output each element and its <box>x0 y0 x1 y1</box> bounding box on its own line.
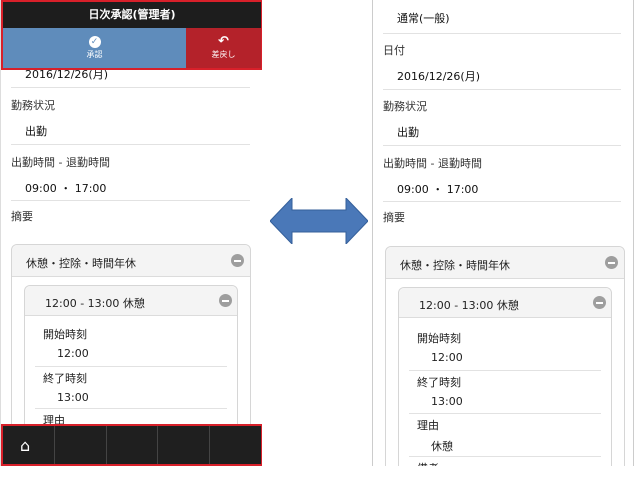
start-time-label: 開始時刻 <box>43 328 87 341</box>
toolbar-home-button[interactable]: ⌂ <box>3 426 55 464</box>
break-deduction-section: 休憩・控除・時間年休 12:00 - 13:00 休憩 開始時刻 12:00 終… <box>385 246 625 466</box>
break-section-title: 休憩・控除・時間年休 <box>26 257 136 270</box>
break-entry-header[interactable]: 12:00 - 13:00 休憩 <box>25 286 237 316</box>
send-back-button[interactable]: ↶ 差戻し <box>186 28 261 68</box>
divider <box>35 408 227 409</box>
divider <box>383 33 621 34</box>
time-value: 09:00 ・ 17:00 <box>25 182 107 195</box>
break-entry-title: 12:00 - 13:00 休憩 <box>419 299 519 312</box>
time-value: 09:00 ・ 17:00 <box>397 183 479 196</box>
note-label: 備考 <box>417 460 439 466</box>
start-time-label: 開始時刻 <box>417 332 461 345</box>
time-label: 出勤時間 - 退勤時間 <box>383 157 482 170</box>
date-label: 日付 <box>383 44 405 57</box>
toolbar-button[interactable] <box>158 426 211 464</box>
footer-toolbar: ⌂ <box>1 424 262 466</box>
date-value: 2016/12/26(月) <box>397 70 480 83</box>
end-time-label: 終了時刻 <box>417 376 461 389</box>
undo-icon: ↶ <box>218 34 229 49</box>
summary-label: 摘要 <box>11 210 33 223</box>
double-arrow-icon <box>270 198 368 244</box>
collapse-icon[interactable] <box>219 294 232 307</box>
collapse-icon[interactable] <box>593 296 606 309</box>
break-deduction-section: 休憩・控除・時間年休 12:00 - 13:00 休憩 開始時刻 12:00 終… <box>11 244 251 455</box>
toolbar-button[interactable] <box>107 426 159 464</box>
status-label: 勤務状況 <box>11 99 55 112</box>
page-title: 日次承認(管理者) <box>3 2 261 28</box>
break-section-title: 休憩・控除・時間年休 <box>400 259 510 272</box>
break-entry: 12:00 - 13:00 休憩 開始時刻 12:00 終了時刻 13:00 理… <box>398 287 612 466</box>
status-value: 出勤 <box>397 126 419 139</box>
divider <box>409 456 601 457</box>
divider <box>409 413 601 414</box>
break-entry-header[interactable]: 12:00 - 13:00 休憩 <box>399 288 611 318</box>
time-label: 出勤時間 - 退勤時間 <box>11 156 110 169</box>
divider <box>11 87 250 88</box>
divider <box>11 144 250 145</box>
home-icon: ⌂ <box>20 436 31 455</box>
reason-label: 理由 <box>417 419 439 432</box>
toolbar-button[interactable] <box>210 426 261 464</box>
end-time-label: 終了時刻 <box>43 372 87 385</box>
status-value: 出勤 <box>25 125 47 138</box>
divider <box>383 89 621 90</box>
approve-button[interactable]: ✓ 承認 <box>3 28 186 68</box>
break-section-header[interactable]: 休憩・控除・時間年休 <box>12 245 250 277</box>
work-type-value: 通常(一般) <box>397 12 450 25</box>
approve-label: 承認 <box>86 50 103 59</box>
break-entry-title: 12:00 - 13:00 休憩 <box>45 297 145 310</box>
collapse-icon[interactable] <box>605 256 618 269</box>
check-icon: ✓ <box>88 36 101 48</box>
divider <box>35 366 227 367</box>
send-back-label: 差戻し <box>211 50 236 59</box>
approval-header: 日次承認(管理者) ✓ 承認 ↶ 差戻し <box>1 0 262 70</box>
reason-value: 休憩 <box>431 440 453 453</box>
divider <box>409 370 601 371</box>
start-time-value: 12:00 <box>57 347 89 360</box>
right-phone-screen: 通常(一般) 日付 2016/12/26(月) 勤務状況 出勤 出勤時間 - 退… <box>372 0 634 466</box>
divider <box>11 200 250 201</box>
summary-label: 摘要 <box>383 211 405 224</box>
divider <box>383 145 621 146</box>
divider <box>383 201 621 202</box>
left-phone-screen: 2016/12/26(月) 勤務状況 出勤 出勤時間 - 退勤時間 09:00 … <box>0 0 262 466</box>
status-label: 勤務状況 <box>383 100 427 113</box>
collapse-icon[interactable] <box>231 254 244 267</box>
toolbar-button[interactable] <box>55 426 107 464</box>
start-time-value: 12:00 <box>431 351 463 364</box>
break-section-header[interactable]: 休憩・控除・時間年休 <box>386 247 624 279</box>
end-time-value: 13:00 <box>57 391 89 404</box>
end-time-value: 13:00 <box>431 395 463 408</box>
